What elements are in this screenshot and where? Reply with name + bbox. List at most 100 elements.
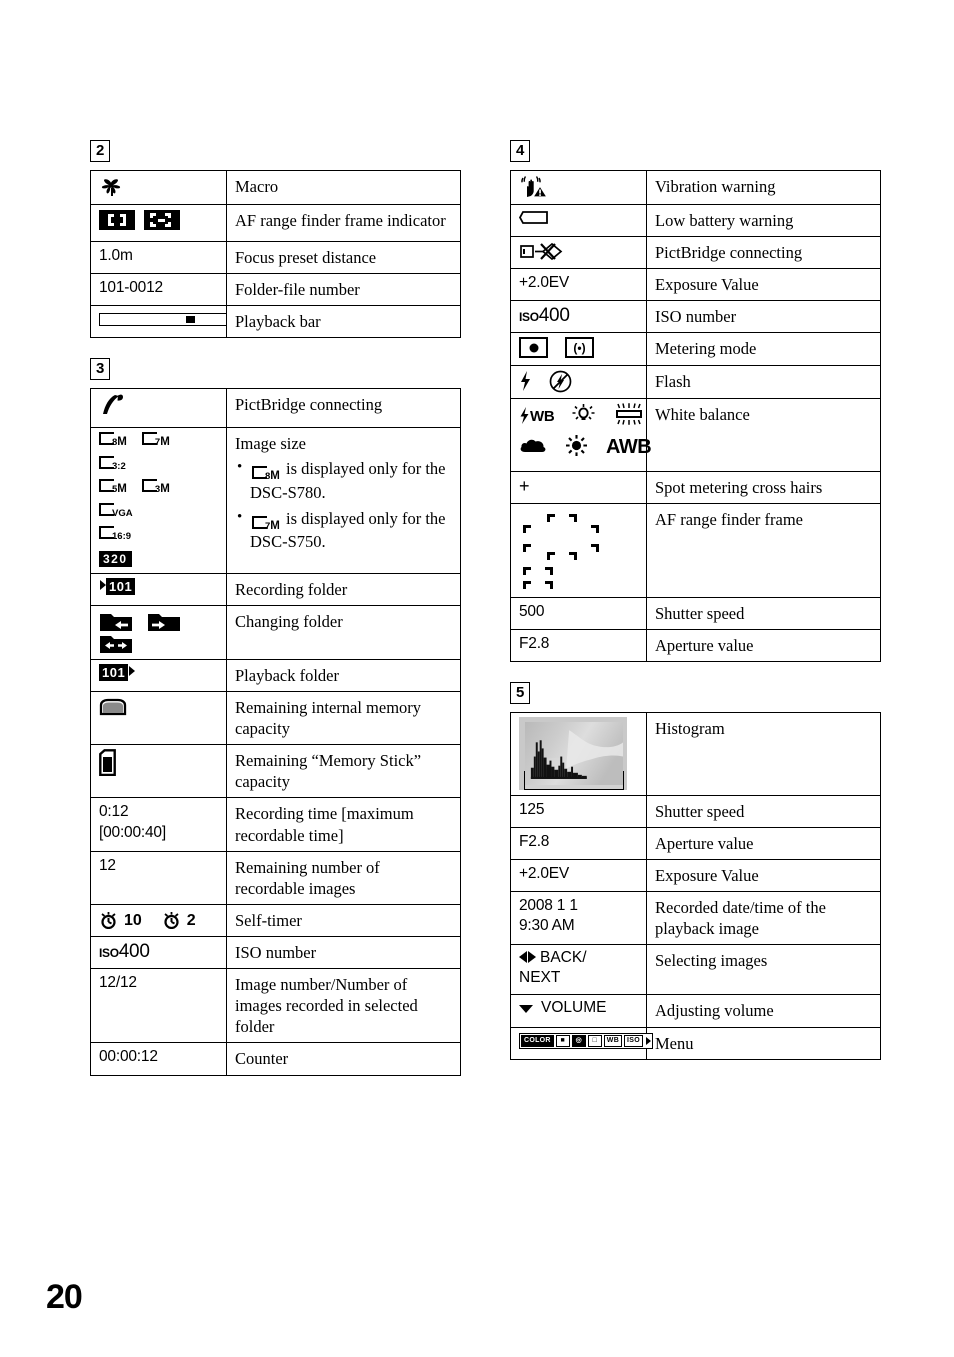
value-cell: +2.0EV [510,859,647,893]
image-size-icons: 8M 7M 3:2 5M 3M VGA 16:9 320 [99,432,218,568]
desc-cell: ISO number [226,936,461,970]
left-column: 2 Macro AF range finder frame indicator … [90,140,461,1096]
table-row: COLOR ■ ◎ □ WB ISO Menu [510,1026,881,1060]
volume-label: VOLUME [541,999,607,1017]
table-row: PictBridge connecting [90,388,461,429]
metering-mode-icons: (•) [519,337,607,359]
spot-metering-crosshair-value: + [510,470,647,504]
iso-icon: ISO400 [519,305,570,326]
wb-awb-label: AWB [606,436,652,459]
value-cell: 00:00:12 [90,1042,227,1076]
size-8m-icon-inline: 8M [252,466,280,483]
value-cell: 101-0012 [90,273,227,307]
macro-flower-icon [99,175,218,199]
desc-cell: Aperture value [646,826,881,861]
desc-cell: Exposure Value [646,859,881,893]
desc-cell: Image size 8M is displayed only for the … [226,427,461,574]
vibration-warning-icon [521,176,549,198]
desc-cell: Folder-file number [226,273,461,307]
icon-cell: 101 [90,658,227,693]
table-row: 101 Recording folder [90,572,461,606]
table-row: 101 Playback folder [90,658,461,693]
desc-cell: Histogram [646,711,881,796]
table-row: AF range finder frame [510,502,881,598]
wb-cloudy-icon [519,436,547,458]
menu-item-color: COLOR [521,1035,554,1047]
desc-cell: Macro [226,170,461,205]
desc-cell: Remaining internal memory capacity [226,691,461,746]
table-row: F2.8 Aperture value [510,628,881,662]
size-vga-icon: VGA [99,502,133,520]
section-2-table: Macro AF range finder frame indicator 1.… [90,170,461,339]
desc-cell: AF range finder frame indicator [226,204,461,242]
recording-folder-icon: 101 [99,577,136,595]
af-range-finder-frame-indicator-icon [99,210,194,235]
value-cell: 0:12 [00:00:40] [90,797,227,852]
value-cell: 12 [90,850,227,905]
table-row: 2008 1 1 9:30 AM Recorded date/time of t… [510,891,881,946]
icon-cell [90,604,227,660]
menu-item-metering: □ [587,1035,602,1047]
value-cell: 2008 1 1 9:30 AM [510,891,647,946]
pictbridge-connecting-icon [99,394,133,421]
desc-cell: White balance [646,397,881,472]
flash-icons [519,370,572,392]
section-badge-2: 2 [90,140,111,162]
desc-cell: Playback folder [226,658,461,693]
table-row: ISO400 ISO number [90,936,461,970]
desc-cell: Image number/Number of images recorded i… [226,968,461,1044]
icon-cell [510,711,647,796]
recording-folder-number: 101 [106,577,136,595]
value-cell: 1.0m [90,240,227,275]
value-cell: 125 [510,794,647,828]
icon-cell: COLOR ■ ◎ □ WB ISO [510,1026,654,1060]
icon-cell: ISO400 [90,936,227,970]
desc-cell: Self-timer [226,903,461,938]
table-row: 500 Shutter speed [510,596,881,630]
flash-on-icon [521,371,530,392]
memory-stick-icon [99,749,116,777]
desc-cell: Exposure Value [646,268,881,302]
menu-item-ev: ■ [555,1035,570,1047]
icon-cell: 8M 7M 3:2 5M 3M VGA 16:9 320 [90,427,227,574]
icon-cell: BACK/ NEXT [510,944,647,996]
histogram-thumbnail-icon [519,716,627,790]
icon-cell: 101 [90,572,227,606]
table-row: +2.0EV Exposure Value [510,859,881,893]
playback-folder-number: 101 [99,663,129,681]
desc-cell: Flash [646,364,881,399]
desc-cell: Shutter speed [646,794,881,828]
icon-cell: (•) [510,332,647,366]
spot-metering-icon [519,337,548,359]
table-row: Vibration warning [510,170,881,205]
table-row: 0:12 [00:00:40] Recording time [maximum … [90,797,461,852]
table-row: Histogram [510,711,881,796]
table-row: 12/12 Image number/Number of images reco… [90,968,461,1044]
down-arrow-icon [519,1005,533,1014]
table-row: 8M 7M 3:2 5M 3M VGA 16:9 320 Image size … [90,427,461,574]
desc-cell: Selecting images [646,944,881,996]
table-row: VOLUME Adjusting volume [510,994,881,1028]
section-4-table: Vibration warning Low battery warning Pi… [510,170,881,662]
self-timer-2s-icon: 2 [162,909,196,930]
table-row: PictBridge connecting [510,236,881,270]
left-right-arrows-icon [519,951,536,968]
table-row: 12 Remaining number of recordable images [90,850,461,905]
flash-off-icon [549,370,572,392]
desc-cell: Playback bar [226,305,461,339]
internal-memory-icon [99,698,127,716]
page-number: 20 [46,1278,83,1316]
table-row: WB AWB White balance [510,397,881,472]
section-badge-3: 3 [90,358,111,381]
desc-cell: Menu [646,1026,881,1060]
folder-next-icon [148,613,180,631]
menu-item-iso: ISO [624,1035,644,1047]
table-row: Remaining “Memory Stick” capacity [90,744,461,799]
wb-label: WB [530,407,555,425]
icon-cell [90,691,227,746]
size-7m-icon: 7M [141,432,170,449]
table-row: Playback bar [90,305,461,339]
size-3-2-icon: 3:2 [99,455,126,473]
icon-cell [90,204,227,242]
wb-fluorescent-icon [613,402,645,429]
